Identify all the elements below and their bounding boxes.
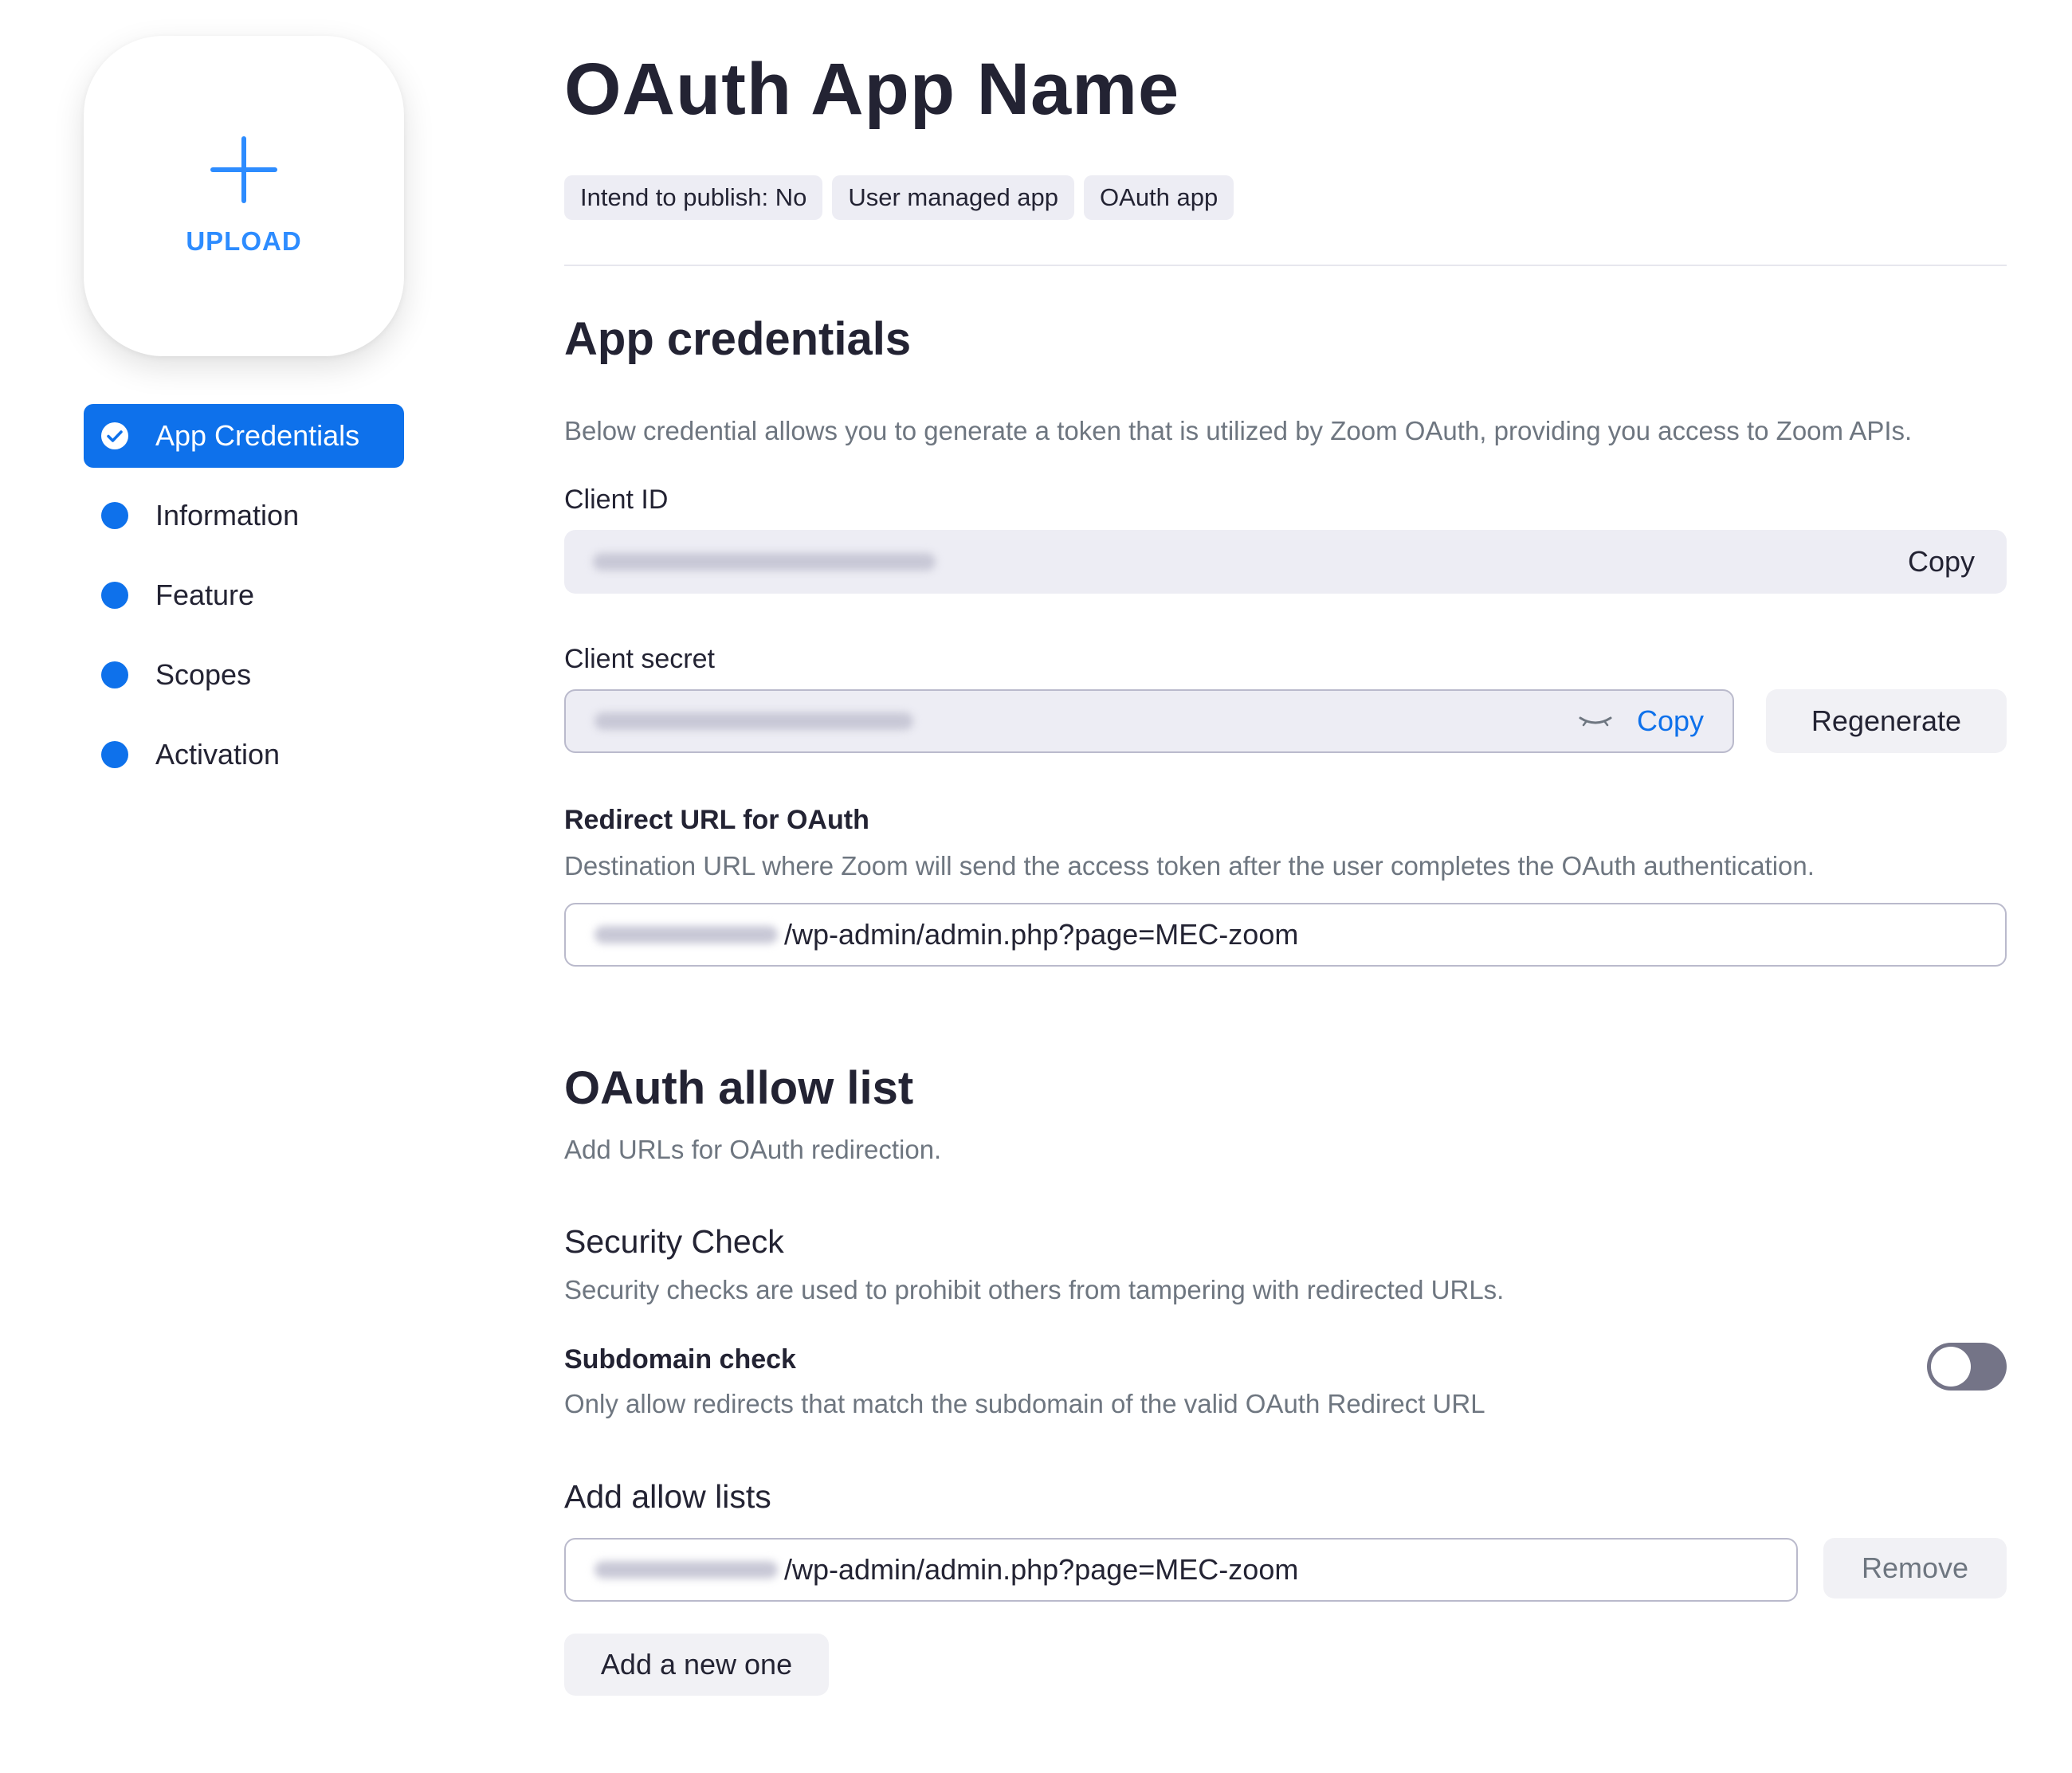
- tag-publish: Intend to publish: No: [564, 175, 823, 220]
- header-divider: [564, 265, 2007, 266]
- sidebar-item-scopes[interactable]: Scopes: [84, 643, 404, 707]
- upload-button[interactable]: UPLOAD: [84, 36, 404, 356]
- eye-closed-icon[interactable]: [1578, 713, 1613, 729]
- sidebar-item-label: Information: [155, 499, 300, 532]
- client-id-value-masked: [593, 553, 936, 571]
- redirect-url-path: /wp-admin/admin.php?page=MEC-zoom: [784, 918, 1299, 951]
- redirect-url-description: Destination URL where Zoom will send the…: [564, 851, 1815, 881]
- sidebar-item-information[interactable]: Information: [84, 484, 404, 547]
- security-check-heading: Security Check: [564, 1223, 784, 1260]
- sidebar-item-label: Feature: [155, 579, 255, 611]
- credentials-description: Below credential allows you to generate …: [564, 416, 1913, 445]
- client-id-label: Client ID: [564, 484, 669, 515]
- plus-icon: [210, 136, 277, 203]
- toggle-knob: [1931, 1347, 1971, 1387]
- section-heading-allow-list: OAuth allow list: [564, 1062, 914, 1114]
- client-secret-field[interactable]: Copy: [564, 689, 1734, 753]
- copy-client-secret-button[interactable]: Copy: [1637, 704, 1704, 738]
- regenerate-button[interactable]: Regenerate: [1766, 689, 2007, 753]
- check-circle-icon: [101, 422, 128, 449]
- sidebar-item-app-credentials[interactable]: App Credentials: [84, 404, 404, 468]
- client-id-field[interactable]: Copy: [564, 530, 2007, 594]
- sidebar-nav: App Credentials Information Feature Scop…: [84, 404, 404, 802]
- redirect-url-label: Redirect URL for OAuth: [564, 805, 869, 835]
- client-secret-value-masked: [595, 712, 913, 730]
- add-new-allow-url-button[interactable]: Add a new one: [564, 1634, 829, 1696]
- nav-dot-icon: [101, 502, 128, 529]
- copy-client-id-button[interactable]: Copy: [1908, 545, 1975, 579]
- section-heading-credentials: App credentials: [564, 313, 912, 365]
- redirect-url-input[interactable]: /wp-admin/admin.php?page=MEC-zoom: [564, 903, 2007, 967]
- allow-list-url-input[interactable]: /wp-admin/admin.php?page=MEC-zoom: [564, 1538, 1798, 1602]
- tag-oauth: OAuth app: [1084, 175, 1234, 220]
- sidebar-item-feature[interactable]: Feature: [84, 563, 404, 627]
- subdomain-check-label: Subdomain check: [564, 1344, 796, 1375]
- nav-dot-icon: [101, 741, 128, 768]
- upload-label: UPLOAD: [186, 226, 302, 256]
- allow-list-description: Add URLs for OAuth redirection.: [564, 1135, 942, 1164]
- remove-button[interactable]: Remove: [1823, 1538, 2007, 1598]
- app-tags: Intend to publish: No User managed app O…: [564, 175, 1234, 220]
- allow-list-domain-masked: [595, 1561, 778, 1579]
- sidebar-item-label: App Credentials: [155, 419, 360, 452]
- sidebar-item-activation[interactable]: Activation: [84, 723, 404, 786]
- nav-dot-icon: [101, 661, 128, 688]
- redirect-url-domain-masked: [595, 926, 778, 943]
- subdomain-check-toggle[interactable]: [1927, 1343, 2007, 1391]
- sidebar-item-label: Scopes: [155, 658, 252, 691]
- sidebar-item-label: Activation: [155, 738, 281, 771]
- client-secret-label: Client secret: [564, 644, 715, 674]
- page-title: OAuth App Name: [564, 49, 1180, 130]
- tag-app-type: User managed app: [832, 175, 1075, 220]
- nav-dot-icon: [101, 582, 128, 609]
- subdomain-check-description: Only allow redirects that match the subd…: [564, 1389, 1485, 1418]
- allow-list-url-path: /wp-admin/admin.php?page=MEC-zoom: [784, 1553, 1299, 1586]
- add-allow-lists-heading: Add allow lists: [564, 1478, 771, 1515]
- security-check-description: Security checks are used to prohibit oth…: [564, 1275, 1505, 1304]
